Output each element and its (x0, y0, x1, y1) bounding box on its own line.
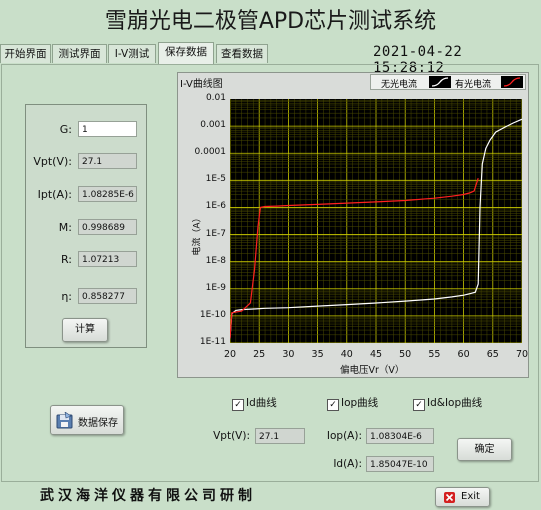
m-value: 0.998689 (78, 219, 137, 235)
checkbox-iop-curve[interactable]: ✓ Iop曲线 (327, 395, 378, 411)
checkbox-id-iop-box[interactable]: ✓ (413, 399, 425, 411)
exit-label: Exit (461, 491, 480, 502)
app-title: 雪崩光电二极管APD芯片测试系统 (104, 9, 437, 34)
series-line-photo-current (230, 178, 479, 339)
y-tick-label: 1E-11 (199, 337, 226, 347)
x-tick-label: 65 (486, 349, 499, 360)
measure-id-label: Id(A): (333, 458, 362, 470)
y-tick-label: 0.01 (205, 93, 226, 103)
measure-iop-label: Iop(A): (326, 430, 362, 442)
measure-vpt-value: 27.1 (255, 428, 305, 444)
x-tick-label: 70 (515, 349, 529, 360)
save-data-button[interactable]: 数据保存 (50, 405, 124, 435)
y-tick-label: 1E-10 (199, 309, 226, 320)
floppy-disk-icon (56, 411, 74, 430)
vpt-label: Vpt(V): (33, 155, 72, 168)
measure-id-value: 1.85047E-10 (366, 456, 434, 472)
checkbox-iop-label: Iop曲线 (341, 397, 379, 409)
x-axis-label: 偏电压Vr（V） (340, 365, 405, 376)
g-input[interactable]: 1 (78, 121, 137, 137)
y-tick-label: 0.0001 (194, 147, 227, 158)
g-label: G: (59, 123, 72, 136)
y-tick-label: 1E-6 (205, 201, 226, 212)
legend-dark-swatch (429, 76, 451, 88)
x-tick-label: 55 (428, 349, 441, 360)
save-data-label: 数据保存 (78, 418, 118, 429)
y-tick-label: 1E-8 (205, 255, 226, 266)
eta-label: η: (61, 290, 72, 303)
x-tick-label: 35 (311, 349, 324, 360)
x-tick-label: 20 (223, 349, 237, 360)
checkbox-id-curve[interactable]: ✓ Id曲线 (232, 395, 277, 411)
legend-light-label: 有光电流 (455, 80, 492, 90)
legend-dark-label: 无光电流 (381, 80, 418, 90)
checkbox-id-iop-label: Id&Iop曲线 (427, 397, 483, 409)
checkbox-id-iop-curve[interactable]: ✓ Id&Iop曲线 (413, 395, 482, 411)
x-tick-label: 45 (369, 349, 383, 360)
tab-test[interactable]: 测试界面 (52, 44, 107, 63)
x-tick-label: 50 (399, 349, 412, 360)
tab-iv-test[interactable]: I-V测试 (108, 44, 156, 63)
checkbox-id-box[interactable]: ✓ (232, 399, 244, 411)
calculate-button[interactable]: 计算 (62, 318, 108, 342)
ipt-label: Ipt(A): (37, 188, 72, 201)
ipt-value: 1.08285E-6 (78, 186, 137, 202)
y-tick-label: 1E-5 (205, 174, 226, 185)
x-tick-label: 40 (340, 349, 353, 360)
checkbox-id-label: Id曲线 (246, 397, 277, 409)
parameter-panel: G: 1 Vpt(V): 27.1 Ipt(A): 1.08285E-6 M: … (25, 104, 147, 348)
tab-view-data[interactable]: 查看数据 (216, 44, 268, 63)
r-label: R: (60, 253, 72, 266)
tab-save-data[interactable]: 保存数据 (158, 42, 214, 64)
checkbox-iop-box[interactable]: ✓ (327, 399, 339, 411)
x-tick-label: 60 (457, 349, 470, 360)
graph-title: I-V曲线图 (180, 79, 223, 90)
y-tick-label: 1E-9 (205, 282, 226, 293)
iv-chart-svg (230, 99, 522, 343)
y-tick-label: 0.001 (200, 120, 226, 131)
iv-plot-area[interactable] (230, 99, 522, 343)
eta-value: 0.858277 (78, 288, 137, 304)
exit-x-icon (444, 492, 455, 503)
m-label: M: (58, 221, 72, 234)
tab-start[interactable]: 开始界面 (0, 44, 51, 63)
y-axis-label: 电流（A） (192, 213, 203, 256)
measure-iop-value: 1.08304E-6 (366, 428, 434, 444)
exit-button[interactable]: Exit (435, 487, 490, 507)
x-tick-label: 30 (282, 349, 295, 360)
company-name: 武汉海洋仪器有限公司研制 (40, 488, 256, 504)
legend-light-swatch (501, 76, 523, 88)
x-tick-label: 25 (253, 349, 266, 360)
graph-legend: 无光电流 有光电流 (370, 74, 526, 90)
measure-vpt-label: Vpt(V): (213, 430, 250, 442)
confirm-button[interactable]: 确定 (457, 438, 512, 461)
app-window: 雪崩光电二极管APD芯片测试系统 开始界面 测试界面 I-V测试 保存数据 查看… (0, 0, 541, 510)
r-value: 1.07213 (78, 251, 137, 267)
vpt-value: 27.1 (78, 153, 137, 169)
